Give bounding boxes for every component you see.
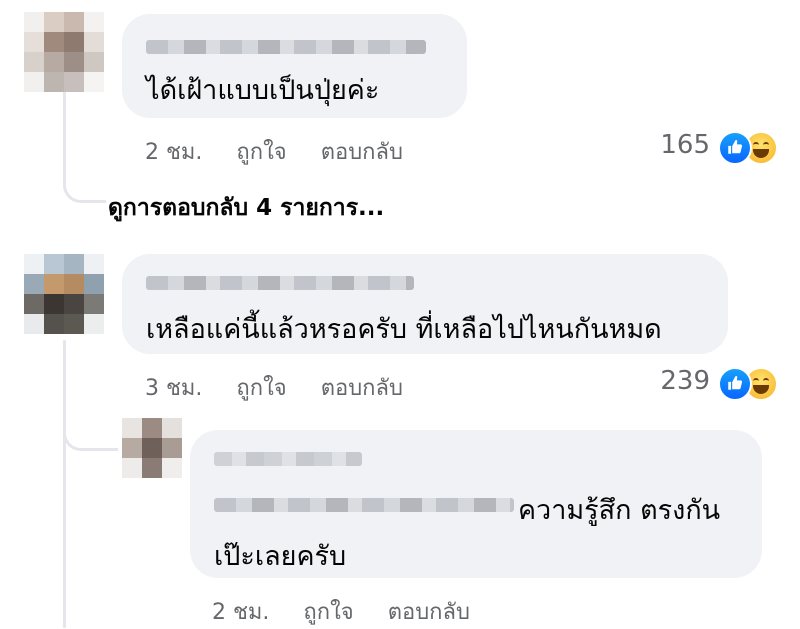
reaction-count[interactable]: 165 (640, 130, 710, 160)
author-name-blurred[interactable] (214, 452, 362, 466)
like-link[interactable]: ถูกใจ (236, 140, 286, 165)
timestamp[interactable]: 3 ชม. (145, 376, 202, 401)
reply-link[interactable]: ตอบกลับ (321, 376, 403, 401)
like-link[interactable]: ถูกใจ (303, 600, 353, 625)
comment-meta: 3 ชม. ถูกใจ ตอบกลับ (145, 370, 437, 405)
reactions[interactable] (718, 367, 782, 401)
reactions[interactable] (718, 131, 782, 165)
avatar[interactable] (122, 418, 182, 478)
timestamp[interactable]: 2 ชม. (212, 600, 269, 625)
comment-text: เหลือแค่นี้แล้วหรอครับ ที่เหลือไปไหนกันห… (146, 314, 662, 345)
reply-text-line1: ความรู้สึก ตรงกัน (518, 495, 721, 526)
reply-link[interactable]: ตอบกลับ (388, 600, 470, 625)
like-icon (718, 367, 752, 401)
timestamp[interactable]: 2 ชม. (145, 140, 202, 165)
like-link[interactable]: ถูกใจ (236, 376, 286, 401)
comment-meta: 2 ชม. ถูกใจ ตอบกลับ (145, 134, 437, 169)
blurred-text (214, 498, 514, 512)
avatar[interactable] (24, 254, 104, 334)
reply-link[interactable]: ตอบกลับ (321, 140, 403, 165)
author-name-blurred[interactable] (146, 40, 426, 54)
view-replies-link[interactable]: ดูการตอบกลับ 4 รายการ... (108, 190, 384, 226)
like-icon (718, 131, 752, 165)
thread-line (63, 340, 66, 628)
reply-meta: 2 ชม. ถูกใจ ตอบกลับ (212, 594, 504, 629)
reaction-count[interactable]: 239 (640, 366, 710, 396)
avatar[interactable] (24, 12, 104, 92)
comment-text: ได้เฝ้าแบบเป็นปุ่ยค่ะ (146, 75, 380, 106)
thread-curve (63, 150, 106, 203)
thread-curve (63, 400, 118, 451)
reply-text-line2: เป๊ะเลยครับ (214, 541, 347, 572)
author-name-blurred[interactable] (146, 276, 414, 290)
